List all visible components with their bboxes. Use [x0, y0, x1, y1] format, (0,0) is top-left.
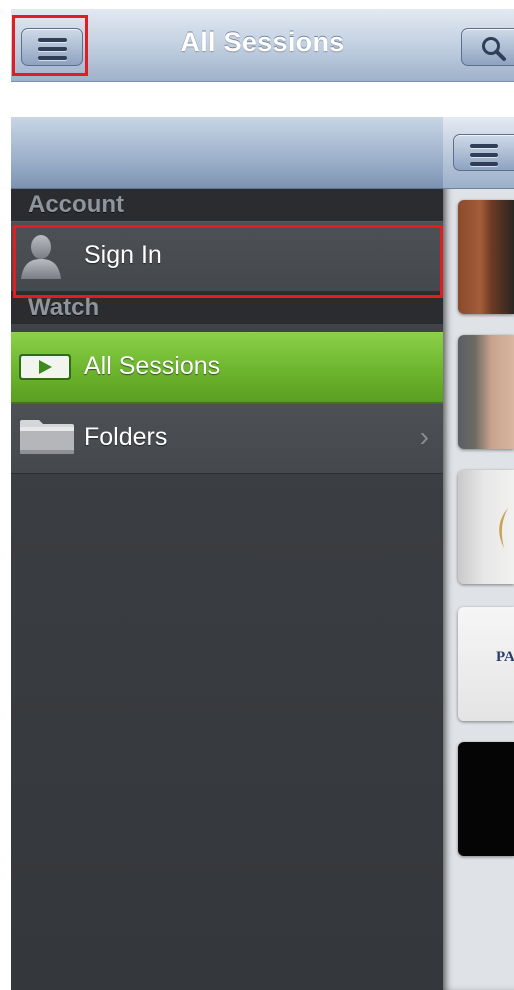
- sidebar-menu: Account Sign In Watch All Sessions Folde…: [11, 189, 443, 990]
- content-strip: PA: [443, 117, 514, 990]
- menu-button-secondary[interactable]: [453, 134, 514, 171]
- search-button[interactable]: [461, 28, 514, 66]
- sidebar-screen: Account Sign In Watch All Sessions Folde…: [11, 117, 514, 990]
- video-play-icon: [19, 354, 71, 385]
- sidebar-item-all-sessions[interactable]: All Sessions: [11, 332, 443, 403]
- menu-button-highlight: [12, 15, 88, 76]
- sidebar-header-bar: [11, 117, 443, 189]
- section-label-watch: Watch: [28, 294, 100, 321]
- thumbnail-text: PA: [496, 649, 514, 665]
- content-header-bar: [443, 117, 514, 189]
- chevron-right-icon: ›: [419, 421, 429, 452]
- logo-mark-icon: [499, 508, 508, 548]
- folder-icon: [19, 419, 75, 460]
- section-label-account: Account: [28, 191, 124, 218]
- sidebar-item-folders[interactable]: Folders ›: [11, 403, 443, 474]
- session-thumbnail[interactable]: [458, 742, 514, 856]
- section-header-account: Account: [11, 189, 443, 221]
- sidebar-item-label: Folders: [84, 423, 168, 451]
- sidebar-item-label: All Sessions: [84, 352, 221, 380]
- hamburger-menu-icon: [470, 144, 498, 171]
- session-thumbnail[interactable]: [458, 335, 514, 449]
- session-thumbnail[interactable]: PA: [458, 607, 514, 721]
- session-thumbnail[interactable]: [458, 470, 514, 584]
- session-thumbnail[interactable]: [458, 200, 514, 314]
- sign-in-highlight: [13, 225, 443, 298]
